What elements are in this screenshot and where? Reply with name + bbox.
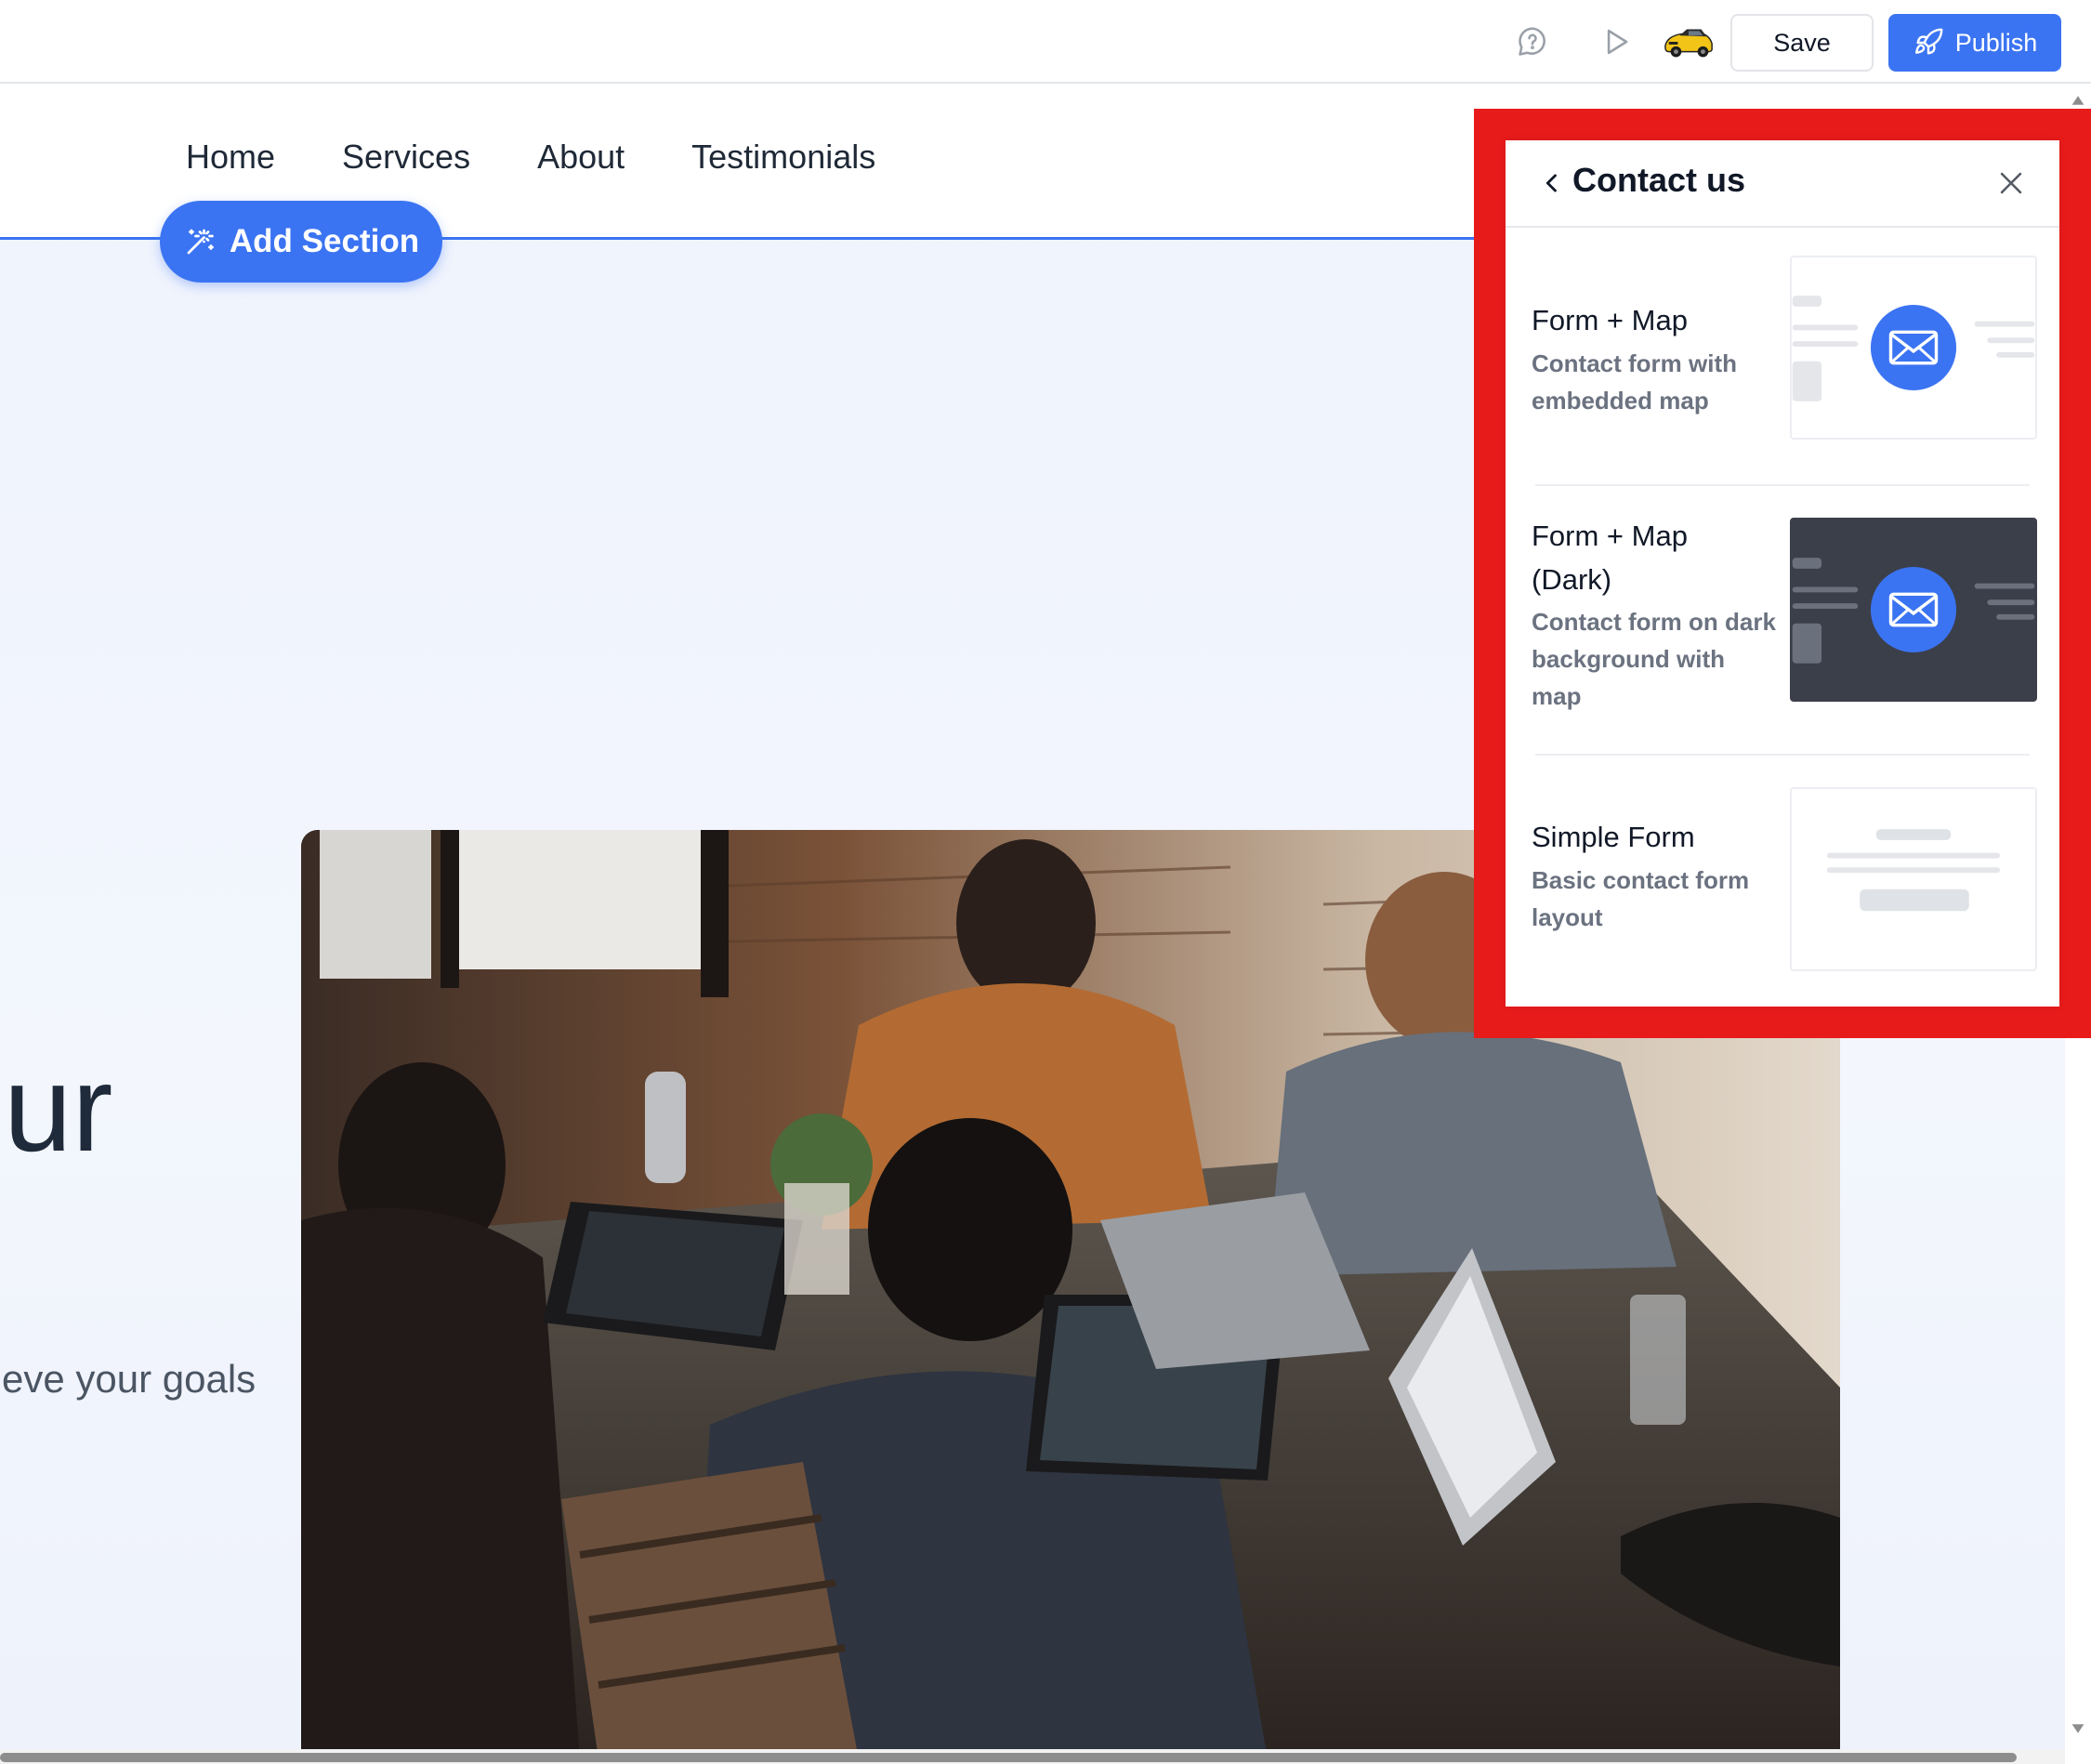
option-desc-line: map bbox=[1532, 682, 1582, 710]
option-desc-line: Contact form with bbox=[1532, 349, 1737, 377]
magic-wand-icon bbox=[187, 229, 214, 255]
publish-label: Publish bbox=[1954, 28, 2038, 57]
option-title: Form + Map bbox=[1532, 298, 1773, 342]
thumbnail-simple-form bbox=[1790, 787, 2037, 971]
option-title-line: (Dark) bbox=[1532, 563, 1612, 596]
add-section-label: Add Section bbox=[229, 223, 420, 259]
thumbnail-light-form-map bbox=[1790, 256, 2037, 440]
scroll-down-arrow-icon[interactable] bbox=[2071, 1721, 2085, 1736]
option-form-map-dark[interactable]: Form + Map (Dark) Contact form on dark b… bbox=[1532, 514, 2037, 743]
option-desc-line: embedded map bbox=[1532, 387, 1709, 415]
rocket-icon bbox=[1914, 28, 1943, 55]
option-desc-line: Contact form on dark bbox=[1532, 608, 1776, 636]
save-button[interactable]: Save bbox=[1730, 14, 1874, 72]
panel-header: Contact us bbox=[1506, 140, 2059, 228]
chat-help-icon[interactable] bbox=[1511, 20, 1554, 63]
option-title-line: Form + Map bbox=[1532, 520, 1688, 552]
publish-button[interactable]: Publish bbox=[1888, 14, 2061, 72]
nav-services[interactable]: Services bbox=[342, 138, 470, 177]
thumbnail-dark-form-map bbox=[1790, 518, 2037, 702]
option-separator bbox=[1535, 754, 2030, 756]
nav-home[interactable]: Home bbox=[186, 138, 275, 177]
option-desc-line: Basic contact form bbox=[1532, 866, 1750, 894]
scroll-up-arrow-icon[interactable] bbox=[2071, 93, 2085, 108]
nav-testimonials[interactable]: Testimonials bbox=[691, 138, 875, 177]
horizontal-scroll-thumb[interactable] bbox=[0, 1753, 2017, 1762]
section-picker-panel: Contact us Form + Map Contact form with … bbox=[1506, 140, 2059, 1007]
option-desc-line: layout bbox=[1532, 903, 1603, 931]
option-separator bbox=[1535, 484, 2030, 486]
site-nav: Home Services About Testimonials bbox=[186, 138, 942, 177]
option-simple-form[interactable]: Simple Form Basic contact form layout bbox=[1532, 787, 2037, 979]
add-section-button[interactable]: Add Section bbox=[160, 201, 442, 283]
horizontal-scrollbar[interactable] bbox=[0, 1749, 2065, 1764]
top-toolbar: Save Publish bbox=[0, 0, 2091, 84]
editor-window: Save Publish Home Services About Testimo… bbox=[0, 0, 2091, 1764]
option-description: Contact form with embedded map bbox=[1532, 345, 1782, 419]
hero-heading-fragment: ur bbox=[4, 1040, 113, 1177]
option-title-line: Form + Map bbox=[1532, 304, 1688, 336]
back-chevron-icon[interactable] bbox=[1533, 165, 1571, 202]
option-description: Basic contact form layout bbox=[1532, 862, 1782, 936]
hero-subtitle-fragment: eve your goals bbox=[2, 1357, 256, 1401]
option-description: Contact form on dark background with map bbox=[1532, 603, 1782, 715]
option-title: Form + Map (Dark) bbox=[1532, 514, 1773, 601]
panel-title: Contact us bbox=[1572, 161, 1746, 199]
option-desc-line: background with bbox=[1532, 645, 1725, 673]
option-title-line: Simple Form bbox=[1532, 821, 1695, 853]
car-avatar[interactable] bbox=[1661, 20, 1716, 63]
close-icon[interactable] bbox=[1989, 161, 2033, 205]
play-preview-icon[interactable] bbox=[1595, 20, 1637, 63]
nav-about[interactable]: About bbox=[537, 138, 625, 177]
option-form-map[interactable]: Form + Map Contact form with embedded ma… bbox=[1532, 256, 2037, 447]
option-title: Simple Form bbox=[1532, 815, 1773, 859]
